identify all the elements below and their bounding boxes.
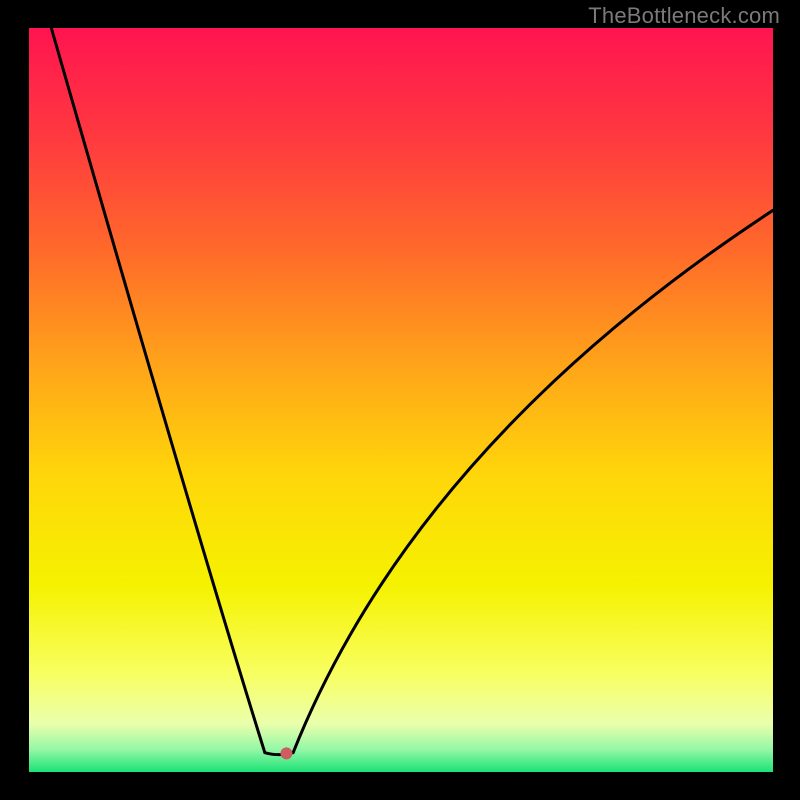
optimal-point-marker xyxy=(280,747,292,759)
page-root: TheBottleneck.com xyxy=(0,0,800,800)
bottleneck-chart xyxy=(29,28,773,772)
watermark-text: TheBottleneck.com xyxy=(588,3,780,29)
heat-gradient-background xyxy=(29,28,773,772)
plot-area xyxy=(29,28,773,772)
